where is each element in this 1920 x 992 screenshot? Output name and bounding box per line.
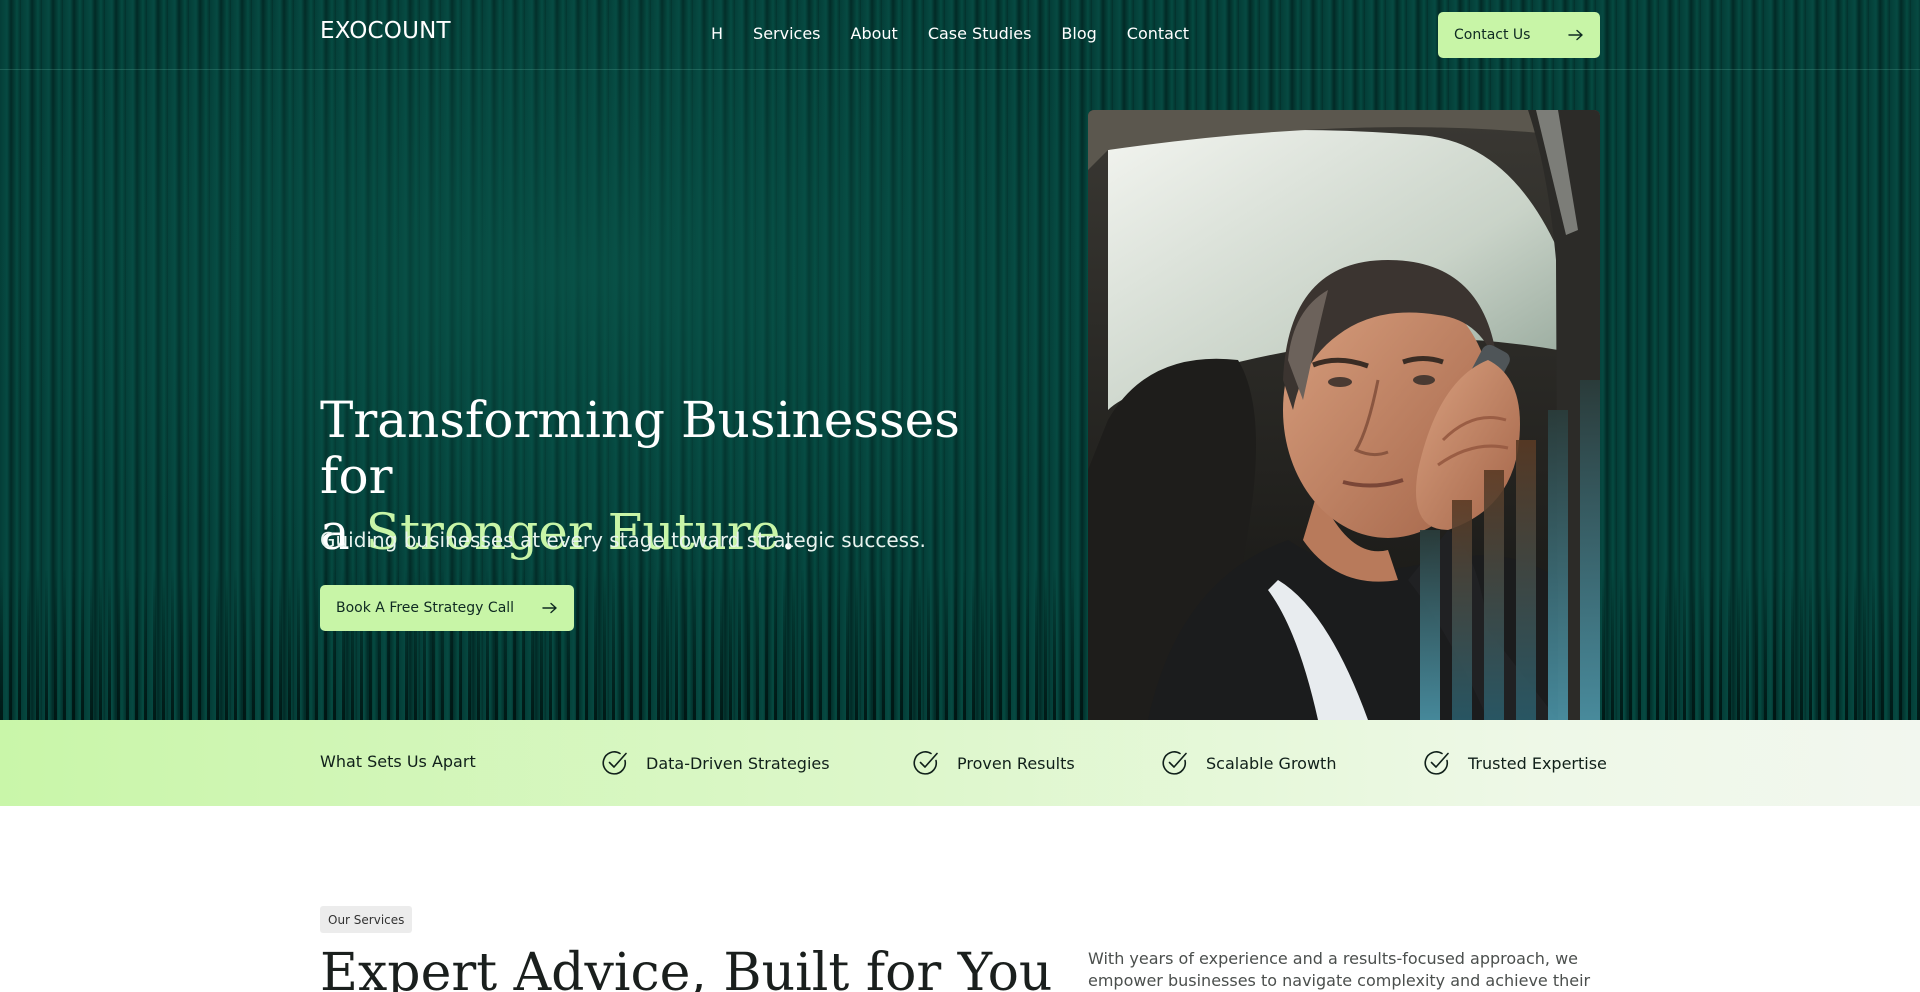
- nav-link-contact[interactable]: Contact: [1127, 24, 1189, 43]
- contact-us-button[interactable]: Contact Us: [1438, 12, 1600, 58]
- hero-subtitle: Guiding businesses at every stage toward…: [320, 528, 926, 552]
- feature-item: Trusted Expertise: [1423, 748, 1607, 778]
- hero-title-line1: Transforming Businesses for: [320, 391, 960, 505]
- feature-label: Proven Results: [957, 753, 1075, 773]
- hero-section: EXOCOUNT H Services About Case Studies B…: [0, 0, 1920, 720]
- feature-label: Trusted Expertise: [1468, 753, 1607, 773]
- feature-item: Data-Driven Strategies: [601, 748, 830, 778]
- check-circle-icon: [913, 751, 938, 775]
- hero-photo-illustration: [1088, 110, 1600, 720]
- nav-link-about[interactable]: About: [851, 24, 898, 43]
- services-description: With years of experience and a results-f…: [1088, 949, 1591, 990]
- feature-label: Scalable Growth: [1206, 753, 1337, 773]
- nav-link-blog[interactable]: Blog: [1061, 24, 1096, 43]
- check-circle-icon: [1162, 751, 1187, 775]
- check-circle-icon: [1424, 751, 1449, 775]
- features-strip: What Sets Us Apart Data-Driven Strategie…: [0, 720, 1920, 806]
- nav-link-case-studies[interactable]: Case Studies: [928, 24, 1032, 43]
- book-strategy-call-button[interactable]: Book A Free Strategy Call: [320, 585, 574, 631]
- contact-us-label: Contact Us: [1454, 27, 1531, 43]
- feature-label: Data-Driven Strategies: [646, 753, 830, 773]
- arrow-right-icon: [1568, 29, 1583, 41]
- features-heading: What Sets Us Apart: [320, 752, 476, 771]
- arrow-right-icon: [542, 602, 557, 614]
- feature-item: Scalable Growth: [1161, 748, 1336, 778]
- nav-links: H Services About Case Studies Blog Conta…: [711, 24, 1219, 43]
- services-title: Expert Advice, Built for You: [320, 943, 1053, 992]
- site-logo[interactable]: EXOCOUNT: [320, 18, 451, 44]
- top-navigation: EXOCOUNT H Services About Case Studies B…: [0, 0, 1920, 70]
- feature-item: Proven Results: [912, 748, 1075, 778]
- hero-background-pattern: [0, 570, 1920, 720]
- book-strategy-call-label: Book A Free Strategy Call: [336, 600, 515, 616]
- man-on-phone-in-car-photo: [1088, 110, 1600, 720]
- services-tag: Our Services: [320, 906, 413, 933]
- check-circle-icon: [602, 751, 627, 775]
- nav-link-services[interactable]: Services: [753, 24, 820, 43]
- nav-link-home[interactable]: H: [711, 24, 723, 43]
